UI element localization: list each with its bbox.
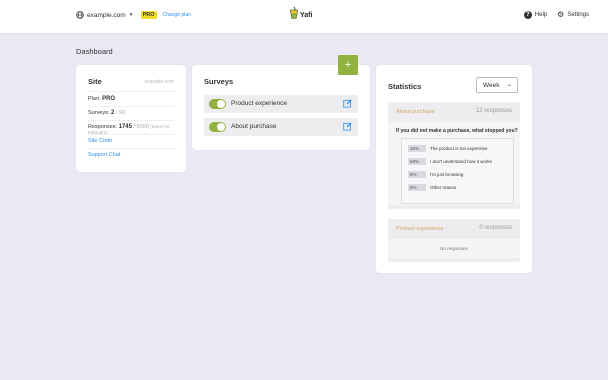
top-bar: example.com ▼ PRO Change plan Yafi ? Hel…	[0, 0, 608, 34]
survey-name[interactable]: About purchase	[231, 123, 277, 130]
question-icon: ?	[523, 11, 532, 19]
answer-label: Other reason	[430, 185, 457, 190]
site-name[interactable]: example.com	[87, 12, 126, 19]
site-code-link[interactable]: Site Code	[88, 138, 112, 144]
add-survey-button[interactable]: +	[338, 55, 358, 75]
stat-details: If you did not make a purchase, what sto…	[388, 122, 520, 205]
help-label: Help	[534, 12, 548, 18]
toggle-knob	[217, 100, 225, 108]
cup-logo-icon	[290, 7, 298, 19]
surveys-label: Surveys:	[88, 110, 110, 116]
gear-icon: ⚙	[557, 10, 565, 19]
chevron-down-icon[interactable]: ▼	[129, 12, 134, 18]
answer-label: The product is too expensive	[430, 146, 488, 151]
answer-percent: 25%	[408, 145, 426, 152]
top-right-menu: ? Help ⚙ Settings	[523, 11, 589, 19]
answer-label: I don't understand how it works	[430, 159, 492, 164]
responses-value: 1745	[118, 124, 132, 130]
stat-count: 12 responses	[475, 108, 512, 114]
site-selector[interactable]: example.com ▼ PRO Change plan	[76, 11, 191, 19]
plan-label: Plan:	[88, 96, 101, 102]
statistics-card-title: Statistics	[388, 82, 422, 91]
divider	[88, 106, 174, 107]
plan-row: Plan: PRO	[88, 96, 115, 102]
settings-link[interactable]: ⚙ Settings	[557, 11, 589, 19]
period-value: Week	[483, 81, 500, 89]
globe-icon	[76, 11, 84, 19]
site-card: Site example.com Plan: PRO Surveys: 2 / …	[76, 65, 186, 172]
statistics-card: Statistics Week ⌄ About purchase 12 resp…	[376, 65, 532, 273]
settings-label: Settings	[567, 12, 589, 18]
stat-details: No responses	[388, 239, 520, 258]
stat-count: 0 responses	[479, 225, 512, 231]
surveys-limit: / 99	[115, 110, 125, 116]
site-card-title: Site	[88, 77, 102, 86]
plan-value: PRO	[102, 96, 116, 102]
period-select[interactable]: Week ⌄	[476, 77, 518, 93]
stat-block: Product experience 0 responses No respon…	[388, 219, 520, 262]
answer-percent: 8%	[408, 171, 426, 178]
answer-item: 8% I'm just browsing	[408, 171, 463, 178]
page-title: Dashboard	[76, 47, 113, 56]
surveys-row: Surveys: 2 / 99	[88, 110, 125, 116]
survey-name[interactable]: Product experience	[231, 100, 287, 107]
stat-title[interactable]: Product experience	[396, 226, 443, 232]
empty-state-text: No responses	[440, 246, 468, 251]
question-text: If you did not make a purchase, what sto…	[396, 128, 518, 134]
help-link[interactable]: ? Help	[523, 11, 548, 19]
site-domain: example.com	[144, 79, 174, 85]
answer-item: 58% I don't understand how it works	[408, 158, 492, 165]
survey-item: Product experience	[204, 95, 358, 113]
divider	[88, 120, 174, 121]
toggle-knob	[217, 123, 225, 131]
divider	[88, 91, 174, 92]
surveys-card-title: Surveys	[204, 77, 234, 86]
logo[interactable]: Yafi	[290, 7, 312, 19]
survey-item: About purchase	[204, 118, 358, 136]
answer-percent: 8%	[408, 184, 426, 191]
surveys-card: Surveys Product experience About purchas…	[192, 65, 370, 150]
answer-list: 25% The product is too expensive 58% I d…	[401, 138, 514, 204]
plan-badge: PRO	[140, 11, 157, 19]
survey-toggle[interactable]	[209, 122, 226, 132]
change-plan-link[interactable]: Change plan	[163, 12, 191, 18]
support-chat-link[interactable]: Support Chat	[88, 152, 120, 158]
answer-label: I'm just browsing	[430, 172, 464, 177]
survey-toggle[interactable]	[209, 99, 226, 109]
stat-title[interactable]: About purchase	[396, 109, 435, 115]
surveys-value: 2	[110, 110, 115, 116]
answer-item: 8% Other reason	[408, 184, 456, 191]
answer-item: 25% The product is too expensive	[408, 145, 488, 152]
divider	[88, 134, 174, 135]
answer-percent: 58%	[408, 158, 426, 165]
logo-text: Yafi	[300, 12, 313, 19]
divider	[88, 148, 174, 149]
edit-icon[interactable]	[343, 122, 352, 131]
chevron-down-icon: ⌄	[506, 82, 512, 88]
edit-icon[interactable]	[343, 99, 352, 108]
stat-block: About purchase 12 responses If you did n…	[388, 102, 520, 209]
responses-limit: / 5000	[133, 124, 149, 130]
